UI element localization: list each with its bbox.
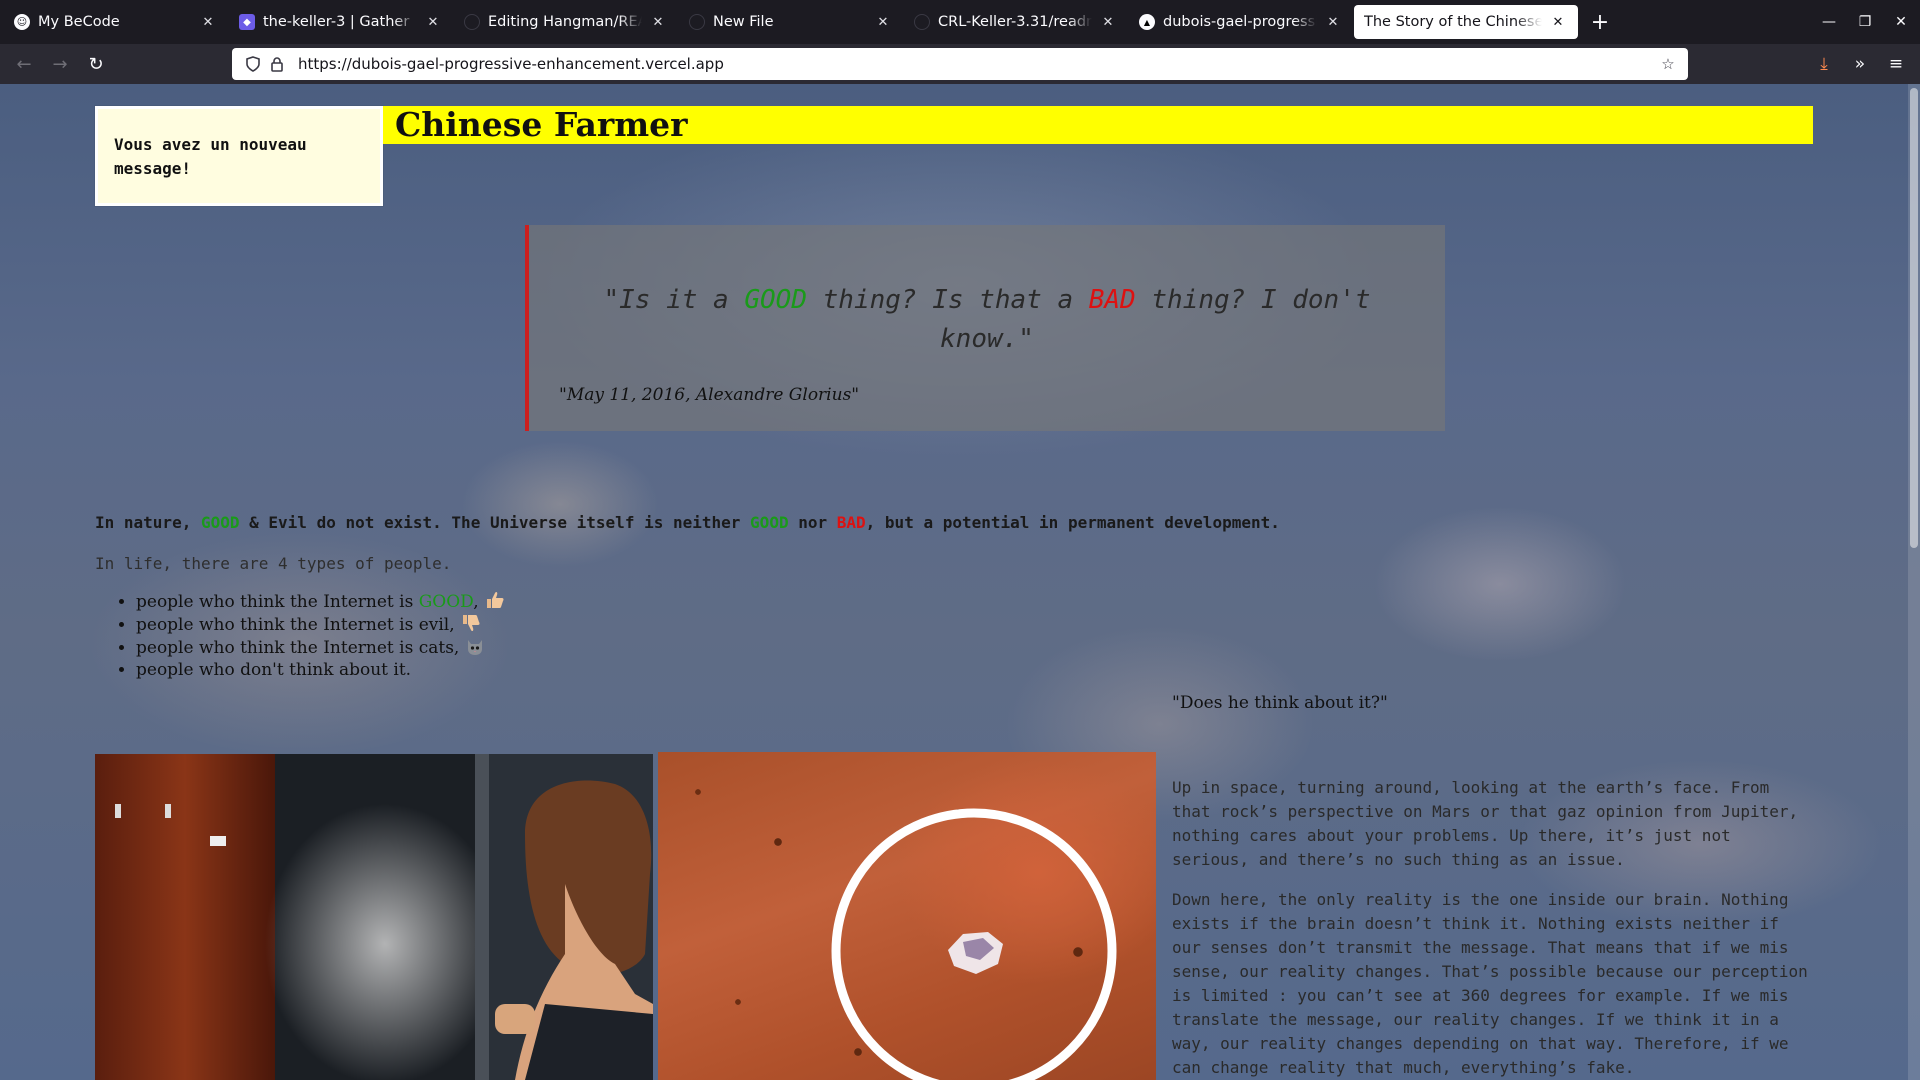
good-word: GOOD: [418, 592, 474, 612]
tab-dubois-gael[interactable]: ▲ dubois-gael-progressive-enhancement ✕: [1129, 5, 1353, 39]
window-close-icon[interactable]: ✕: [1883, 0, 1919, 44]
close-icon[interactable]: ✕: [1548, 12, 1568, 32]
close-icon[interactable]: ✕: [1323, 12, 1343, 32]
quote-citation: "May 11, 2016, Alexandre Glorius": [559, 385, 860, 405]
tab-title: My BeCode: [38, 14, 120, 30]
github-icon: [914, 14, 930, 30]
list-item: people who think the Internet is GOOD,: [136, 590, 505, 613]
good-word: GOOD: [200, 513, 240, 532]
thumbs-down-icon: [461, 613, 481, 633]
page-viewport: Vous avez un nouveau message! Chinese Fa…: [0, 84, 1920, 1080]
close-icon[interactable]: ✕: [198, 12, 218, 32]
url-bar[interactable]: https://dubois-gael-progressive-enhancem…: [232, 48, 1688, 80]
back-icon[interactable]: ←: [8, 48, 40, 80]
story-text: Up in space, turning around, looking at …: [1172, 776, 1812, 1080]
tab-crl-keller[interactable]: CRL-Keller-3.31/readme.md ✕: [904, 5, 1128, 39]
vercel-icon: ▲: [1139, 14, 1155, 30]
notification-box: Vous avez un nouveau message!: [95, 106, 383, 206]
tab-title: CRL-Keller-3.31/readme.md: [938, 14, 1092, 30]
tab-title: Editing Hangman/README.md: [488, 14, 642, 30]
tab-my-becode[interactable]: ☺ My BeCode ✕: [4, 5, 228, 39]
menu-icon[interactable]: ≡: [1880, 48, 1912, 80]
download-icon[interactable]: ⤓: [1808, 48, 1840, 80]
thumbs-up-icon: [485, 590, 505, 610]
github-icon: [464, 14, 480, 30]
restore-icon[interactable]: ❐: [1847, 0, 1883, 44]
page-title: Chinese Farmer: [395, 105, 688, 144]
tab-gather[interactable]: ◆ the-keller-3 | Gather ✕: [229, 5, 453, 39]
tab-title: The Story of the Chinese Farmer: [1364, 14, 1542, 30]
url-text: https://dubois-gael-progressive-enhancem…: [298, 55, 724, 73]
bad-word: BAD: [1088, 285, 1136, 315]
photo-man-doorway: [95, 754, 653, 1080]
tab-new-file[interactable]: New File ✕: [679, 5, 903, 39]
close-icon[interactable]: ✕: [423, 12, 443, 32]
github-icon: [689, 14, 705, 30]
scrollbar-thumb[interactable]: [1910, 88, 1918, 548]
becode-icon: ☺: [14, 14, 30, 30]
extensions-overflow-icon[interactable]: »: [1844, 48, 1876, 80]
forward-icon[interactable]: →: [44, 48, 76, 80]
page-scrollbar[interactable]: [1908, 84, 1920, 1080]
bookmark-star-icon[interactable]: ☆: [1658, 54, 1678, 74]
tab-title: dubois-gael-progressive-enhancement: [1163, 14, 1317, 30]
notification-text: Vous avez un nouveau message!: [114, 135, 307, 178]
tab-chinese-farmer[interactable]: The Story of the Chinese Farmer ✕: [1354, 5, 1578, 39]
bad-word: BAD: [836, 513, 866, 532]
story-paragraph: Down here, the only reality is the one i…: [1172, 890, 1808, 1077]
tab-title: New File: [713, 14, 774, 30]
new-tab-button[interactable]: +: [1585, 7, 1615, 37]
photo-mars-rock: [658, 752, 1156, 1080]
quote-text: "Is it a GOOD thing? Is that a BAD thing…: [603, 285, 1371, 354]
types-paragraph: In life, there are 4 types of people.: [95, 554, 452, 573]
shield-icon[interactable]: [244, 55, 262, 73]
list-item: people who don't think about it.: [136, 659, 505, 682]
people-list: people who think the Internet is GOOD, p…: [122, 590, 505, 682]
close-icon[interactable]: ✕: [1098, 12, 1118, 32]
tab-editing-hangman[interactable]: Editing Hangman/README.md ✕: [454, 5, 678, 39]
good-word: GOOD: [750, 513, 789, 532]
minimize-icon[interactable]: —: [1811, 0, 1847, 44]
reload-icon[interactable]: ↻: [80, 48, 112, 80]
list-item: people who think the Internet is evil,: [136, 613, 505, 636]
list-item: people who think the Internet is cats,: [136, 636, 505, 659]
quote-block: "Is it a GOOD thing? Is that a BAD thing…: [525, 225, 1445, 431]
close-icon[interactable]: ✕: [648, 12, 668, 32]
title-banner: Chinese Farmer: [383, 106, 1813, 144]
cat-icon: [465, 636, 485, 656]
tab-bar: ☺ My BeCode ✕ ◆ the-keller-3 | Gather ✕ …: [0, 0, 1920, 44]
tab-title: the-keller-3 | Gather: [263, 14, 410, 30]
lock-icon[interactable]: [268, 55, 286, 73]
close-icon[interactable]: ✕: [873, 12, 893, 32]
nav-bar: ← → ↻ https://dubois-gael-progressive-en…: [0, 44, 1920, 84]
gather-icon: ◆: [239, 14, 255, 30]
side-question: "Does he think about it?": [1172, 693, 1388, 713]
story-paragraph: Up in space, turning around, looking at …: [1172, 778, 1799, 869]
intro-paragraph: In nature, GOOD & Evil do not exist. The…: [95, 513, 1280, 532]
good-word: GOOD: [744, 285, 807, 315]
